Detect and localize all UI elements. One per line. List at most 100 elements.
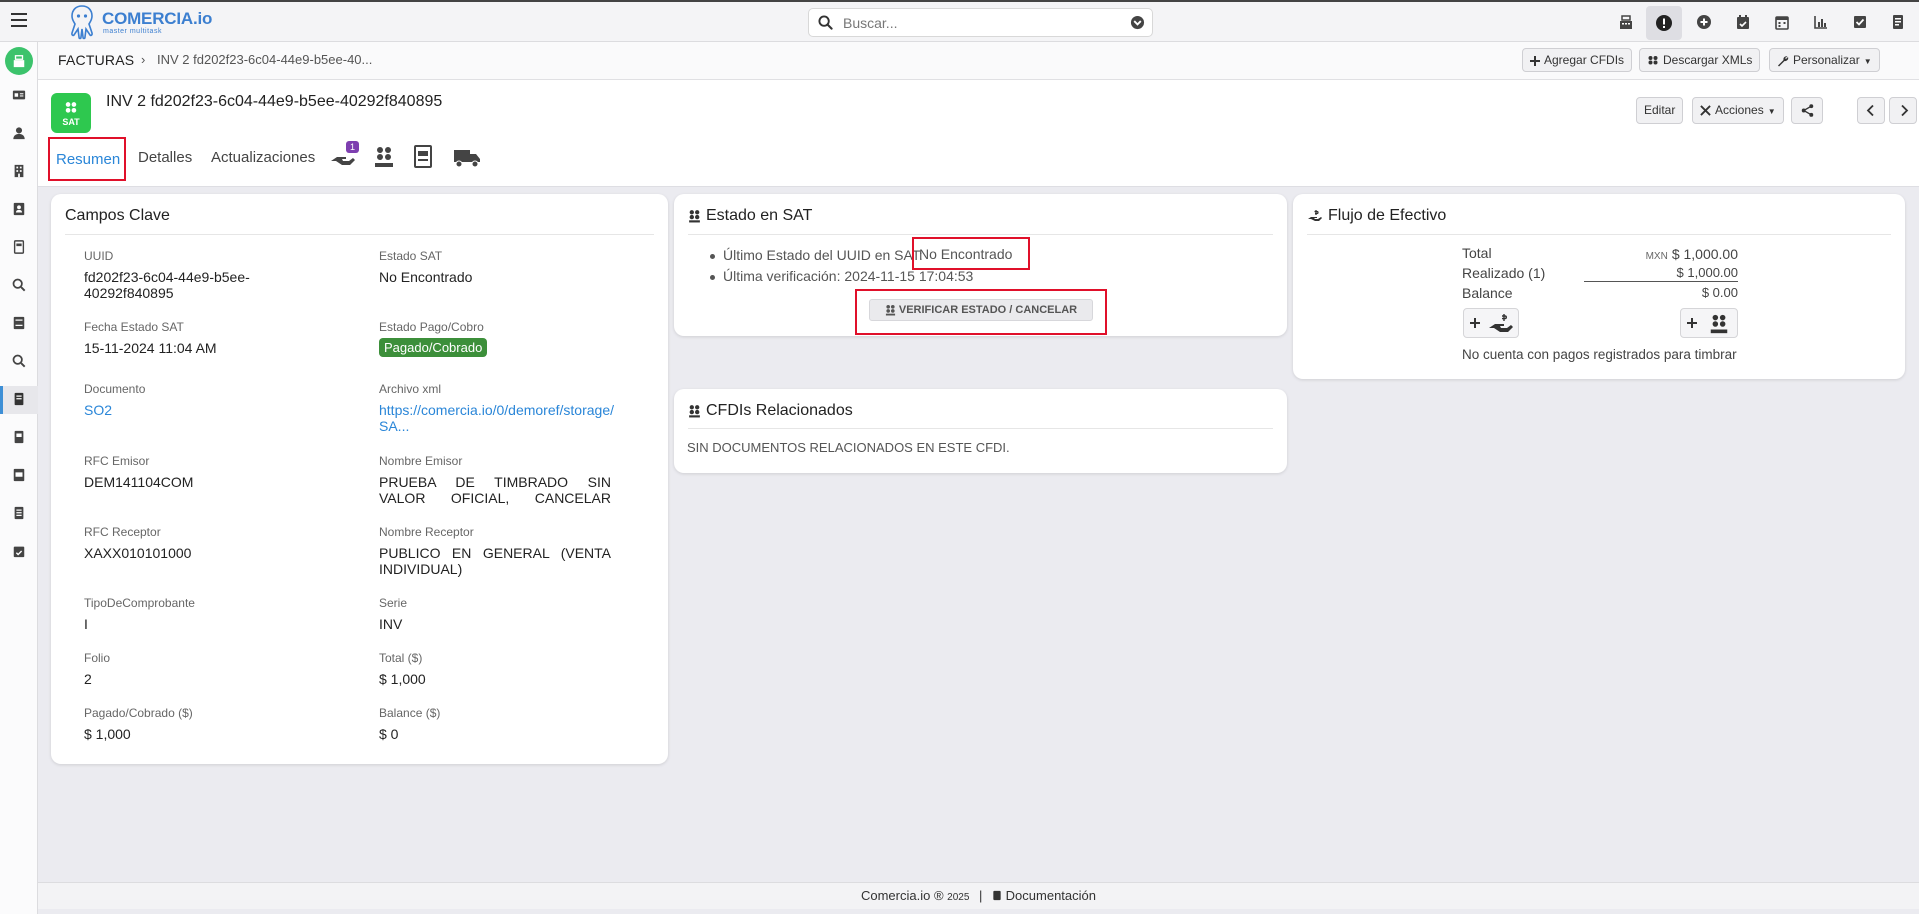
document-link[interactable]: SO2 (84, 402, 112, 418)
footer-year: 2025 (947, 892, 970, 903)
notes-icon[interactable] (1890, 14, 1906, 30)
voucher-type-value: I (84, 616, 88, 632)
key-fields-card: Campos Clave UUID fd202f23-6c04-44e9-b5e… (51, 194, 668, 764)
documentation-link[interactable]: Documentación (992, 888, 1096, 903)
tab-updates[interactable]: Actualizaciones (211, 149, 315, 166)
field-label: Nombre Emisor (379, 454, 463, 468)
breadcrumb-section[interactable]: FACTURAS (58, 52, 134, 68)
add-cfdis-button[interactable]: Agregar CFDIs (1522, 48, 1633, 72)
download-xml-button[interactable]: Descargar XMLs (1639, 48, 1761, 72)
tab-shipping[interactable] (453, 147, 481, 169)
book-icon (14, 430, 24, 444)
plus-icon (1530, 55, 1540, 66)
edit-button[interactable]: Editar (1636, 97, 1684, 124)
search-icon (12, 354, 26, 368)
cash-register-icon[interactable] (1618, 14, 1634, 30)
next-button[interactable] (1889, 97, 1917, 124)
receiver-name-value: PUBLICO EN GENERAL (VENTA INDIVIDUAL) (379, 545, 611, 577)
customize-button[interactable]: Personalizar ▼ (1769, 48, 1880, 72)
last-status-highlight: No Encontrado (912, 237, 1030, 270)
sidebar-item-search-2[interactable] (0, 348, 38, 376)
balance-value: $ 0 (379, 726, 399, 742)
sidebar-item-companies[interactable] (0, 158, 38, 186)
octopus-logo-icon (71, 5, 93, 40)
card-title: Campos Clave (65, 207, 170, 224)
previous-button[interactable] (1857, 97, 1885, 124)
divider (1307, 234, 1891, 235)
address-book-icon (13, 202, 25, 216)
stamp-payment-button[interactable] (1680, 308, 1738, 338)
tab-summary[interactable]: Resumen (48, 137, 126, 181)
related-card-title: CFDIs Relacionados (706, 402, 853, 419)
xml-file-link[interactable]: https://comercia.io/0/demoref/storage/SA… (379, 402, 614, 434)
tab-payments[interactable]: 1 (330, 141, 360, 169)
calendar-icon[interactable] (1774, 14, 1790, 30)
sidebar-item-credit-notes[interactable] (0, 462, 38, 490)
checkbox-icon[interactable] (1852, 14, 1868, 30)
sat-icon (65, 102, 77, 113)
record-header: SAT INV 2 fd202f23-6c04-44e9-b5ee-40292f… (38, 80, 1919, 187)
issuer-name-value: PRUEBA DE TIMBRADO SIN VALOR OFICIAL, CA… (379, 474, 611, 506)
search-input[interactable] (843, 13, 1113, 33)
add-payment-button[interactable] (1463, 308, 1519, 338)
breadcrumb-current: INV 2 fd202f23-6c04-44e9-b5ee-40... (157, 52, 373, 67)
sat-icon (375, 147, 393, 167)
tab-sat[interactable] (373, 145, 395, 169)
sidebar-item-invoices[interactable] (0, 386, 38, 414)
actions-button[interactable]: Acciones ▼ (1692, 97, 1784, 124)
card-title: Estado en SAT (688, 207, 812, 225)
footer-brand: Comercia.io ® (860, 888, 944, 903)
verify-status-button[interactable]: VERIFICAR ESTADO / CANCELAR (869, 299, 1093, 321)
ov-document-icon (13, 316, 25, 330)
sidebar-item-address-book[interactable] (0, 196, 38, 224)
sidebar-item-orders[interactable] (0, 310, 38, 338)
field-label: Estado SAT (379, 249, 443, 263)
alert-button[interactable] (1646, 6, 1682, 40)
currency-code: MXN (1645, 251, 1668, 262)
home-button[interactable] (5, 47, 33, 75)
divider (688, 428, 1273, 429)
sat-icon (689, 209, 700, 223)
field-label: Nombre Receptor (379, 525, 474, 539)
sat-icon (1648, 55, 1658, 65)
tab-orders[interactable] (414, 145, 432, 169)
top-bar: COMERCIA.io master multitask (0, 0, 1919, 42)
customize-label: Personalizar (1793, 53, 1860, 67)
series-value: INV (379, 616, 403, 632)
footer: Comercia.io ® 2025 | Documentación (38, 882, 1919, 909)
search-icon (12, 278, 26, 292)
verify-label: VERIFICAR ESTADO / CANCELAR (898, 304, 1078, 316)
book-icon (993, 890, 1001, 901)
related-empty-message: SIN DOCUMENTOS RELACIONADOS EN ESTE CFDI… (687, 440, 1010, 455)
calendar-check-icon[interactable] (1735, 14, 1751, 30)
total-label: Total (1462, 245, 1492, 261)
sidebar-item-search[interactable] (0, 272, 38, 300)
card-title: CFDIs Relacionados (688, 402, 853, 420)
menu-icon[interactable] (11, 13, 27, 15)
sat-status-date-value: 15-11-2024 11:04 AM (84, 340, 217, 356)
balance-label: Balance (1462, 285, 1513, 301)
page-title: INV 2 fd202f23-6c04-44e9-b5ee-40292f8408… (106, 93, 443, 110)
sidebar-item-tasks[interactable] (0, 538, 38, 566)
tab-details[interactable]: Detalles (138, 149, 192, 166)
brand-logo[interactable]: COMERCIA.io master multitask (68, 4, 218, 40)
sat-icon (1710, 314, 1728, 334)
sidebar-item-notes[interactable] (0, 424, 38, 452)
plus-icon (1470, 318, 1480, 328)
sidebar-item-contacts[interactable] (0, 82, 38, 110)
uuid-value: fd202f23-6c04-44e9-b5ee-40292f840895 (84, 269, 250, 301)
sidebar-item-users[interactable] (0, 120, 38, 148)
sat-icon (885, 305, 895, 316)
chevron-left-icon (1866, 104, 1874, 117)
share-button[interactable] (1791, 97, 1823, 124)
field-label: RFC Emisor (84, 454, 150, 468)
chevron-down-icon[interactable] (1130, 15, 1145, 30)
search-icon (818, 15, 833, 30)
bar-chart-icon[interactable] (1813, 14, 1829, 30)
field-label: Archivo xml (379, 382, 442, 396)
plus-circle-icon[interactable] (1696, 14, 1712, 30)
edit-label: Editar (1644, 103, 1676, 117)
caret-down-icon: ▼ (1767, 107, 1776, 116)
sidebar-item-documents[interactable] (0, 234, 38, 262)
sidebar-item-ledger[interactable] (0, 500, 38, 528)
